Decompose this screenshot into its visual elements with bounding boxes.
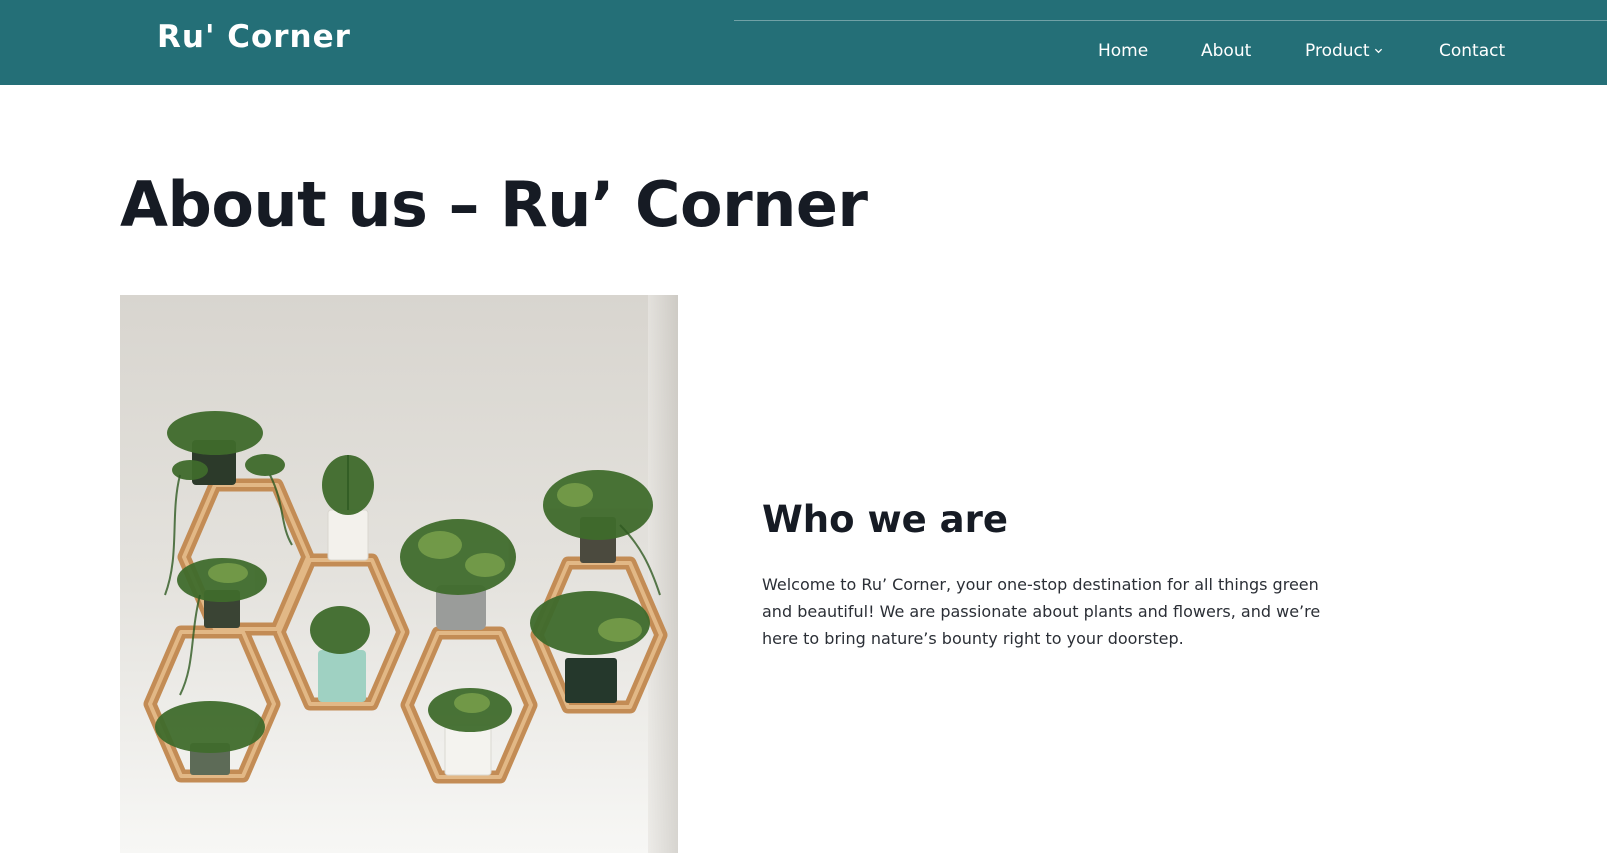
nav-contact-link[interactable]: Contact [1439,41,1505,61]
section-paragraph: Welcome to Ru’ Corner, your one-stop des… [762,575,1321,648]
nav-about-link[interactable]: About [1201,41,1251,61]
page-title: About us – Ru’ Corner [120,168,868,241]
nav-product-label: Product [1305,41,1370,61]
site-header: Ru' Corner Home About Product Contact [0,0,1607,85]
nav-home-link[interactable]: Home [1098,41,1148,61]
chevron-down-icon [1374,48,1382,53]
main-nav: Home About Product Contact [0,41,1607,63]
hexagon-shelves-illustration [120,295,678,853]
nav-product-link[interactable]: Product [1305,41,1383,61]
section-heading: Who we are [762,498,1008,541]
plants-shelf-image [120,295,678,853]
header-divider [734,20,1607,21]
